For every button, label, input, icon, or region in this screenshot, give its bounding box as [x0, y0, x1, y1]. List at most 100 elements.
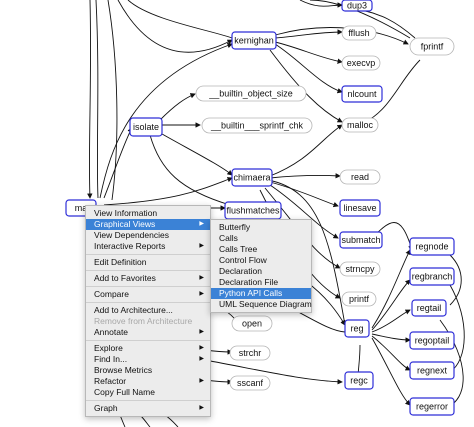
node-label: strncpy	[345, 264, 375, 274]
graph-node-sscanf[interactable]: sscanf	[229, 375, 271, 391]
menu-item-label: Python API Calls	[219, 288, 283, 298]
menu-item-label: Browse Metrics	[94, 365, 153, 375]
graph-node-chimaera[interactable]: chimaera	[231, 168, 273, 187]
graph-node-linesave[interactable]: linesave	[339, 199, 381, 217]
submenu-arrow-icon: ▶	[199, 378, 204, 384]
menu-item-label: Declaration	[219, 266, 262, 276]
call-graph[interactable]: dup3 kernighan fflush fprintf execvp __builti…	[0, 0, 474, 427]
graph-node-builtin-object-size[interactable]: __builtin_object_size	[195, 85, 307, 102]
menu-item-copy-full-name[interactable]: Copy Full Name	[86, 387, 210, 398]
menu-item-edit-definition[interactable]: Edit Definition	[86, 257, 210, 268]
menu-item-label: Graph	[94, 403, 118, 413]
submenu-item-declaration[interactable]: Declaration	[211, 266, 311, 277]
menu-item-label: Add to Architecture...	[94, 305, 173, 315]
submenu-arrow-icon: ▶	[199, 291, 204, 297]
menu-item-label: Refactor	[94, 376, 127, 386]
graphical-views-submenu[interactable]: Butterfly Calls Calls Tree Control Flow Decl…	[210, 219, 312, 313]
graph-node-malloc[interactable]: malloc	[341, 117, 379, 133]
graph-node-dup3[interactable]: dup3	[341, 0, 373, 12]
graph-node-regnode[interactable]: regnode	[409, 237, 455, 256]
menu-item-label: Graphical Views	[94, 219, 156, 229]
menu-item-view-dependencies[interactable]: View Dependencies	[86, 230, 210, 241]
graph-node-regtail[interactable]: regtail	[411, 299, 447, 317]
graph-node-flushmatches[interactable]: flushmatches	[224, 201, 282, 220]
graph-node-kernighan[interactable]: kernighan	[231, 31, 277, 50]
submenu-item-python-api-calls[interactable]: Python API Calls	[211, 288, 311, 299]
graph-node-fflush[interactable]: fflush	[341, 25, 377, 41]
context-menu[interactable]: View Information Graphical Views ▶ View Dep…	[85, 205, 211, 417]
menu-item-add-to-favorites[interactable]: Add to Favorites ▶	[86, 273, 210, 284]
submenu-item-declaration-file[interactable]: Declaration File	[211, 277, 311, 288]
node-label: submatch	[341, 235, 380, 245]
submenu-arrow-icon: ▶	[199, 356, 204, 362]
graph-node-read[interactable]: read	[339, 169, 381, 185]
menu-item-add-to-architecture[interactable]: Add to Architecture...	[86, 305, 210, 316]
node-label: strchr	[239, 348, 262, 358]
node-label: regtail	[417, 303, 442, 313]
menu-separator	[86, 400, 210, 401]
menu-item-label: Calls Tree	[219, 244, 258, 254]
menu-separator	[86, 270, 210, 271]
node-label: regnode	[415, 242, 448, 252]
graph-node-regnext[interactable]: regnext	[409, 361, 455, 380]
submenu-arrow-icon: ▶	[199, 345, 204, 351]
node-label: read	[351, 172, 369, 182]
node-label: chimaera	[233, 173, 270, 183]
menu-item-label: Add to Favorites	[94, 273, 156, 283]
menu-item-explore[interactable]: Explore ▶	[86, 343, 210, 354]
graph-node-printf[interactable]: printf	[341, 291, 377, 307]
menu-item-label: View Information	[94, 208, 158, 218]
menu-item-label: Control Flow	[219, 255, 267, 265]
menu-item-graph[interactable]: Graph ▶	[86, 403, 210, 414]
graph-node-regbranch[interactable]: regbranch	[409, 267, 455, 286]
graph-node-isolate[interactable]: isolate	[129, 117, 163, 137]
menu-item-compare[interactable]: Compare ▶	[86, 289, 210, 300]
menu-item-view-information[interactable]: View Information	[86, 208, 210, 219]
menu-separator	[86, 302, 210, 303]
graph-node-nlcount[interactable]: nlcount	[341, 85, 383, 103]
menu-item-annotate[interactable]: Annotate ▶	[86, 327, 210, 338]
graph-node-strncpy[interactable]: strncpy	[339, 261, 381, 277]
menu-item-refactor[interactable]: Refactor ▶	[86, 376, 210, 387]
graph-node-regc[interactable]: regc	[344, 371, 374, 390]
menu-item-label: Edit Definition	[94, 257, 147, 267]
menu-item-graphical-views[interactable]: Graphical Views ▶	[86, 219, 210, 230]
submenu-item-control-flow[interactable]: Control Flow	[211, 255, 311, 266]
graph-node-open[interactable]: open	[231, 315, 273, 332]
graph-node-regoptail[interactable]: regoptail	[409, 331, 455, 350]
submenu-arrow-icon: ▶	[199, 221, 204, 227]
node-label: linesave	[343, 203, 376, 213]
menu-item-label: Annotate	[94, 327, 129, 337]
node-label: __builtin_object_size	[208, 89, 293, 99]
submenu-item-uml-sequence-diagram[interactable]: UML Sequence Diagram	[211, 299, 312, 310]
submenu-arrow-icon: ▶	[199, 243, 204, 249]
submenu-item-calls[interactable]: Calls	[211, 233, 311, 244]
submenu-arrow-icon: ▶	[199, 275, 204, 281]
menu-item-browse-metrics[interactable]: Browse Metrics	[86, 365, 210, 376]
node-label: printf	[349, 294, 370, 304]
submenu-item-butterfly[interactable]: Butterfly	[211, 222, 311, 233]
node-label: isolate	[133, 122, 159, 132]
graph-node-builtin-sprintf-chk[interactable]: __builtin___sprintf_chk	[201, 117, 313, 134]
menu-item-label: Remove from Architecture	[94, 316, 193, 326]
menu-item-interactive-reports[interactable]: Interactive Reports ▶	[86, 241, 210, 252]
node-label: reg	[350, 324, 363, 334]
menu-item-label: View Dependencies	[94, 230, 169, 240]
menu-separator	[86, 340, 210, 341]
graph-node-strchr[interactable]: strchr	[229, 345, 271, 361]
menu-item-label: Calls	[219, 233, 238, 243]
node-label: __builtin___sprintf_chk	[210, 121, 304, 131]
graph-node-execvp[interactable]: execvp	[341, 55, 381, 71]
menu-item-find-in[interactable]: Find In... ▶	[86, 354, 210, 365]
menu-item-label: Find In...	[94, 354, 128, 364]
menu-separator	[86, 254, 210, 255]
menu-item-label: Explore	[94, 343, 123, 353]
submenu-arrow-icon: ▶	[199, 405, 204, 411]
menu-item-label: Compare	[94, 289, 129, 299]
graph-node-submatch[interactable]: submatch	[339, 231, 383, 249]
graph-node-reg[interactable]: reg	[344, 319, 370, 338]
graph-node-fprintf[interactable]: fprintf	[409, 37, 455, 56]
menu-item-label: UML Sequence Diagram	[219, 299, 312, 309]
submenu-item-calls-tree[interactable]: Calls Tree	[211, 244, 311, 255]
graph-node-regerror[interactable]: regerror	[409, 397, 455, 416]
